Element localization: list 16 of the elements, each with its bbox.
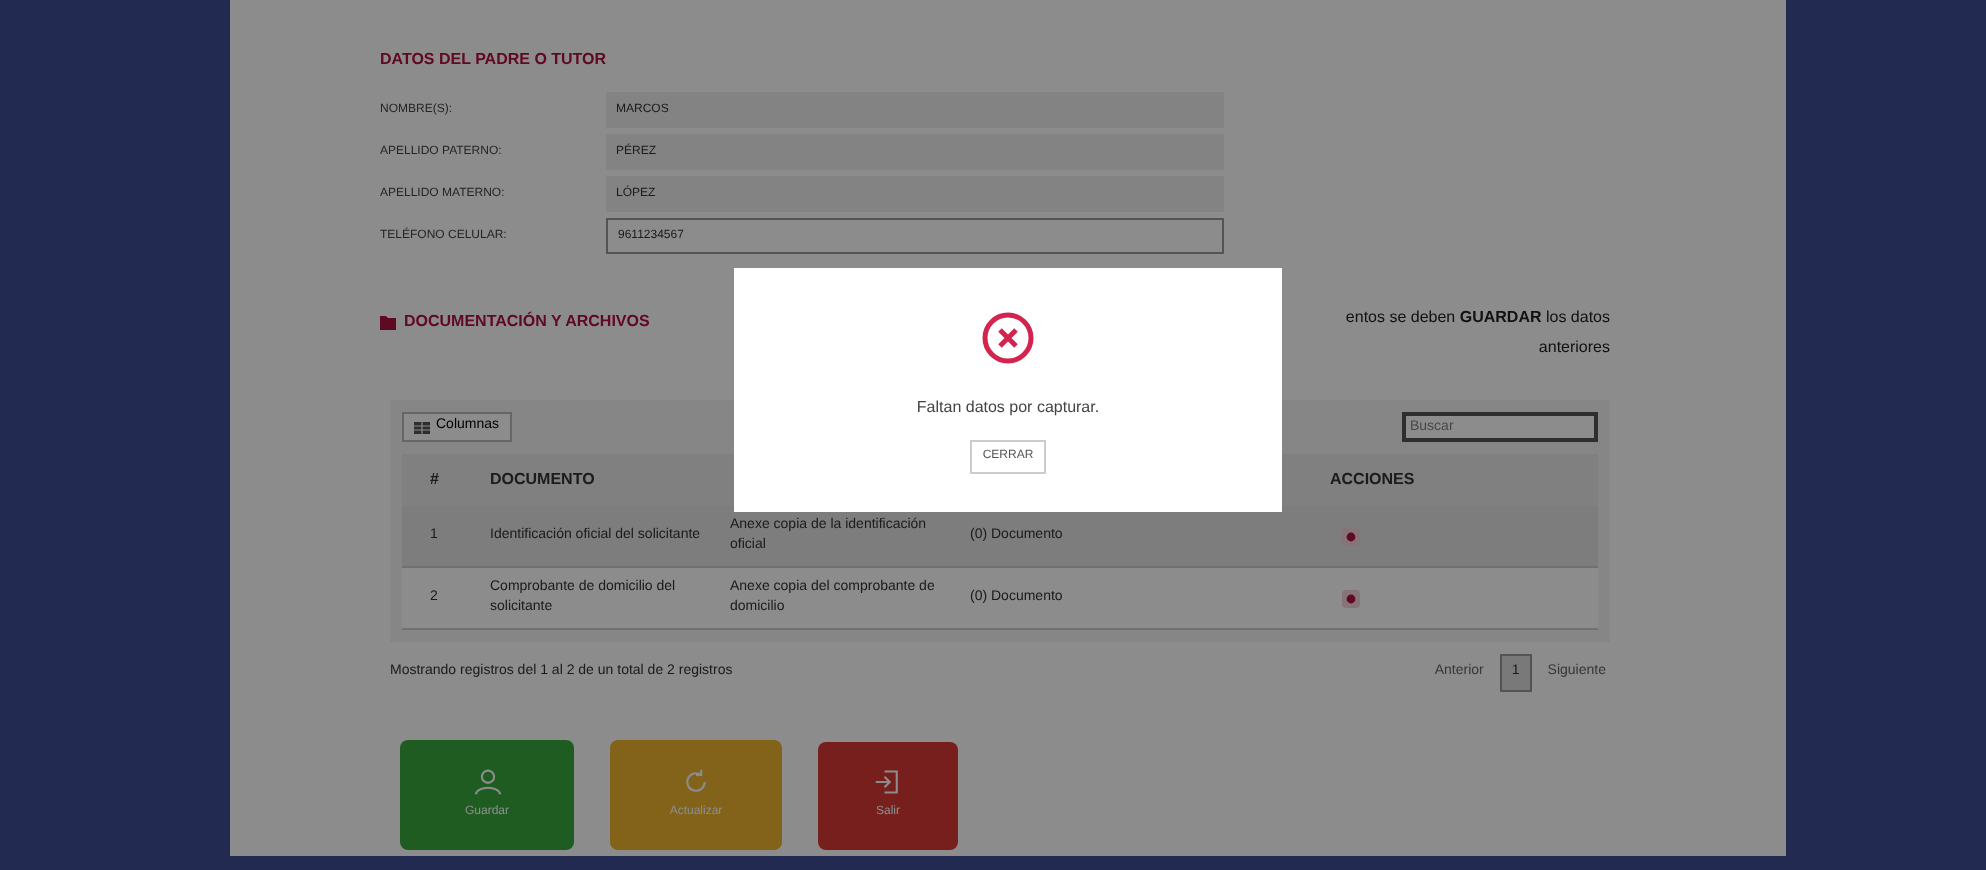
view-icon[interactable] (1342, 527, 1360, 545)
view-icon[interactable] (1342, 589, 1360, 607)
section-title: DATOS DEL PADRE O TUTOR (380, 48, 609, 72)
table-icon (414, 421, 430, 433)
error-icon (982, 312, 1034, 364)
column-header: ACCIONES (1328, 468, 1417, 492)
column-header: DOCUMENTO (490, 468, 597, 492)
notice-text: entos se deben GUARDAR los datos (1345, 306, 1610, 330)
refresh-icon (682, 767, 710, 795)
section-title: DOCUMENTACIÓN Y ARCHIVOS (404, 310, 650, 334)
alert-message: Faltan datos por capturar. (916, 396, 1100, 420)
column-header: # (428, 468, 441, 492)
person-icon (473, 767, 501, 795)
exit-icon (874, 768, 902, 796)
notice-text: anteriores (1536, 336, 1610, 360)
folder-icon (380, 315, 396, 329)
